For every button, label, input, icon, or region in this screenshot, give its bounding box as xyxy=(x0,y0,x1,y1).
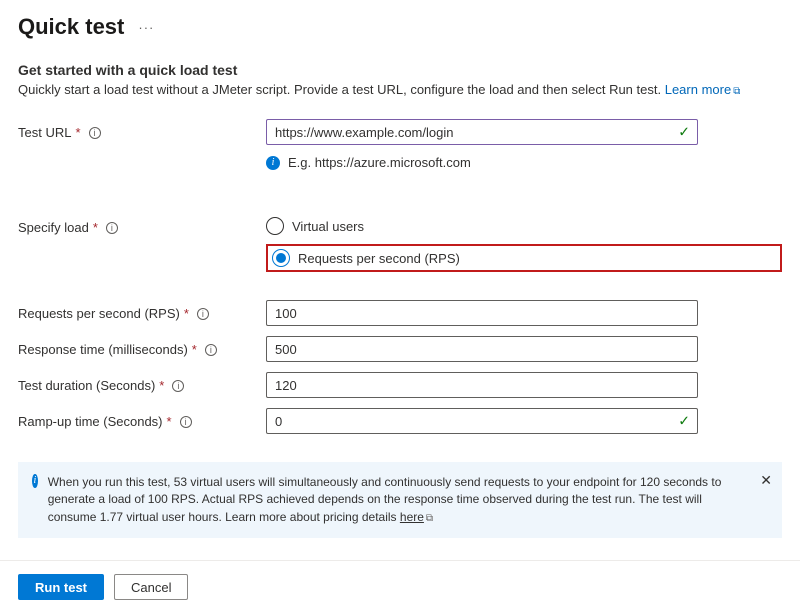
radio-icon xyxy=(272,249,290,267)
response-time-label: Response time (milliseconds) * i xyxy=(18,336,266,357)
info-icon[interactable]: i xyxy=(106,222,118,234)
highlight-box: Requests per second (RPS) xyxy=(266,244,782,272)
external-link-icon: ⧉ xyxy=(426,513,433,524)
test-url-input[interactable] xyxy=(266,119,698,145)
section-subhead: Get started with a quick load test xyxy=(18,62,782,78)
test-url-label: Test URL * i xyxy=(18,119,266,140)
external-link-icon: ⧉ xyxy=(733,86,740,97)
info-filled-icon: i xyxy=(32,474,38,488)
radio-icon xyxy=(266,217,284,235)
info-icon[interactable]: i xyxy=(180,416,192,428)
footer-actions: Run test Cancel xyxy=(18,574,188,600)
required-asterisk: * xyxy=(75,125,80,140)
duration-label: Test duration (Seconds) * i xyxy=(18,372,266,393)
info-filled-icon: i xyxy=(266,156,280,170)
banner-text: When you run this test, 53 virtual users… xyxy=(48,474,746,526)
specify-load-radio-group: Virtual users Requests per second (RPS) xyxy=(266,214,782,272)
run-test-button[interactable]: Run test xyxy=(18,574,104,600)
test-url-example: i E.g. https://azure.microsoft.com xyxy=(266,155,782,170)
info-icon[interactable]: i xyxy=(205,344,217,356)
required-asterisk: * xyxy=(159,378,164,393)
page-header: Quick test ··· xyxy=(18,14,782,40)
required-asterisk: * xyxy=(184,306,189,321)
learn-more-link[interactable]: Learn more⧉ xyxy=(665,82,741,97)
radio-label: Virtual users xyxy=(292,219,364,234)
close-icon[interactable]: ✕ xyxy=(760,470,772,490)
cancel-button[interactable]: Cancel xyxy=(114,574,188,600)
specify-load-label: Specify load * i xyxy=(18,214,266,235)
info-banner: i When you run this test, 53 virtual use… xyxy=(18,462,782,538)
response-time-input[interactable] xyxy=(266,336,698,362)
section-description: Quickly start a load test without a JMet… xyxy=(18,82,782,97)
info-icon[interactable]: i xyxy=(197,308,209,320)
info-icon[interactable]: i xyxy=(172,380,184,392)
rps-input[interactable] xyxy=(266,300,698,326)
radio-virtual-users[interactable]: Virtual users xyxy=(266,214,782,238)
radio-rps[interactable]: Requests per second (RPS) xyxy=(272,249,460,267)
more-actions-icon[interactable]: ··· xyxy=(138,20,154,35)
required-asterisk: * xyxy=(192,342,197,357)
page-title: Quick test xyxy=(18,14,124,40)
radio-label: Requests per second (RPS) xyxy=(298,251,460,266)
rampup-input[interactable] xyxy=(266,408,698,434)
footer-separator xyxy=(0,560,800,561)
rampup-label: Ramp-up time (Seconds) * i xyxy=(18,408,266,429)
info-icon[interactable]: i xyxy=(89,127,101,139)
required-asterisk: * xyxy=(93,220,98,235)
pricing-link[interactable]: here xyxy=(400,510,424,524)
required-asterisk: * xyxy=(167,414,172,429)
description-text: Quickly start a load test without a JMet… xyxy=(18,82,665,97)
duration-input[interactable] xyxy=(266,372,698,398)
rps-label: Requests per second (RPS) * i xyxy=(18,300,266,321)
